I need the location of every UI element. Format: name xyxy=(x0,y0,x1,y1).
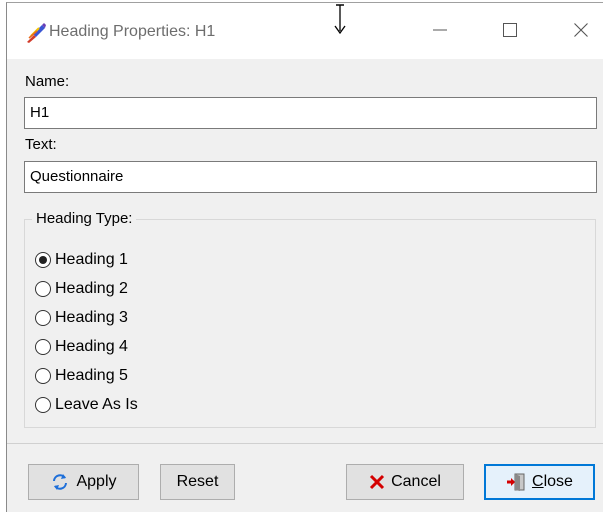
close-mnemonic: C xyxy=(532,473,544,490)
reset-button[interactable]: Reset xyxy=(160,464,235,500)
radio-label: Heading 3 xyxy=(55,309,128,326)
window-close-button[interactable] xyxy=(563,17,599,47)
close-label: Close xyxy=(532,473,573,491)
maximize-button[interactable] xyxy=(492,17,528,47)
radio-heading-3[interactable]: Heading 3 xyxy=(35,307,128,329)
refresh-icon xyxy=(50,472,70,492)
text-field[interactable]: Questionnaire xyxy=(24,161,597,193)
radio-button[interactable] xyxy=(35,310,51,326)
red-x-icon xyxy=(369,474,385,490)
text-label: Text: xyxy=(25,136,57,153)
apply-button[interactable]: Apply xyxy=(28,464,139,500)
exit-door-icon xyxy=(506,472,526,492)
title-bar[interactable]: Heading Properties: H1 xyxy=(7,3,603,59)
paintbrush-app-icon xyxy=(25,22,47,44)
close-label-rest: lose xyxy=(543,473,573,490)
close-button[interactable]: Close xyxy=(484,464,595,500)
radio-button[interactable] xyxy=(35,368,51,384)
radio-button[interactable] xyxy=(35,397,51,413)
window-title: Heading Properties: H1 xyxy=(49,23,216,40)
radio-heading-2[interactable]: Heading 2 xyxy=(35,278,128,300)
radio-button[interactable] xyxy=(35,339,51,355)
minimize-icon xyxy=(432,22,448,43)
reset-label: Reset xyxy=(176,473,219,490)
cancel-label: Cancel xyxy=(391,473,441,490)
radio-heading-5[interactable]: Heading 5 xyxy=(35,365,128,387)
radio-heading-4[interactable]: Heading 4 xyxy=(35,336,128,358)
minimize-button[interactable] xyxy=(422,17,458,47)
name-field[interactable]: H1 xyxy=(24,97,597,129)
cancel-button[interactable]: Cancel xyxy=(346,464,464,500)
radio-leave-as-is[interactable]: Leave As Is xyxy=(35,394,138,416)
radio-label: Heading 1 xyxy=(55,251,128,268)
maximize-icon xyxy=(502,22,518,43)
button-bar-separator xyxy=(7,443,603,444)
radio-heading-1[interactable]: Heading 1 xyxy=(35,249,128,271)
radio-label: Heading 5 xyxy=(55,367,128,384)
heading-properties-dialog: Heading Properties: H1 Name: H1 Text: Qu… xyxy=(6,2,603,512)
name-label: Name: xyxy=(25,73,70,90)
radio-label: Heading 2 xyxy=(55,280,128,297)
radio-label: Leave As Is xyxy=(55,396,138,413)
screenshot-page: Heading Properties: H1 Name: H1 Text: Qu… xyxy=(0,0,603,512)
resize-cursor-icon xyxy=(330,3,350,41)
radio-button[interactable] xyxy=(35,281,51,297)
heading-type-legend: Heading Type: xyxy=(32,210,137,227)
close-icon xyxy=(573,22,589,43)
radio-label: Heading 4 xyxy=(55,338,128,355)
radio-button-checked[interactable] xyxy=(35,252,51,268)
apply-label: Apply xyxy=(76,473,117,490)
